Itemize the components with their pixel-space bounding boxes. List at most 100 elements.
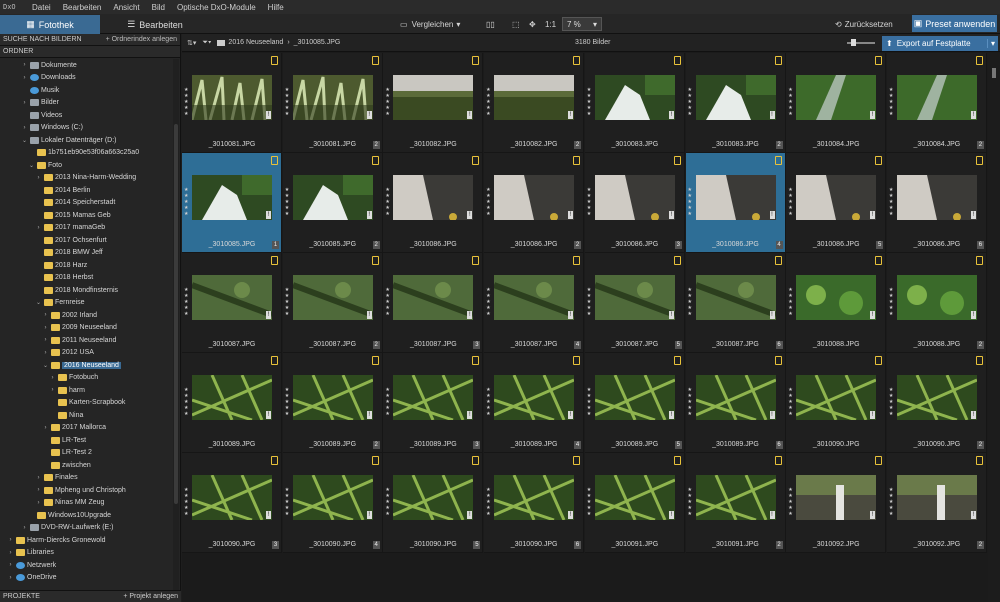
thumbnail-image[interactable]: [292, 75, 373, 120]
chevron-right-icon[interactable]: ›: [35, 225, 42, 231]
thumbnail-cell[interactable]: ★ ★ ★ ★ ★! _3010089.JPG 3: [383, 353, 484, 453]
rating-stars[interactable]: ★ ★ ★ ★ ★: [688, 387, 694, 417]
filter-icon[interactable]: ⏷▾: [202, 39, 211, 47]
tree-item[interactable]: › 2017 mamaGeb: [0, 222, 172, 234]
rating-stars[interactable]: ★ ★ ★ ★ ★: [385, 387, 391, 417]
rating-stars[interactable]: ★ ★ ★ ★ ★: [788, 487, 794, 517]
tree-item[interactable]: › Bilder: [0, 97, 172, 109]
tree-item[interactable]: 2018 BMW Jeff: [0, 247, 172, 259]
thumbnail-image[interactable]: [292, 275, 373, 320]
thumbnail-image[interactable]: [393, 175, 474, 220]
thumbnail-image[interactable]: [695, 275, 776, 320]
tree-item[interactable]: 2018 Mondfinsternis: [0, 284, 172, 296]
tree-item[interactable]: 2014 Berlin: [0, 184, 172, 196]
rating-stars[interactable]: ★ ★ ★ ★ ★: [285, 187, 291, 217]
rating-stars[interactable]: ★ ★ ★ ★ ★: [688, 187, 694, 217]
rating-stars[interactable]: ★ ★ ★ ★ ★: [788, 287, 794, 317]
thumbnail-cell[interactable]: ★ ★ ★ ★ ★! _3010086.JPG 2: [484, 153, 585, 253]
chevron-right-icon[interactable]: ›: [7, 550, 14, 556]
chevron-down-icon[interactable]: ⌄: [42, 362, 49, 369]
thumbnail-image[interactable]: [796, 475, 877, 520]
thumbnail-cell[interactable]: ★ ★ ★ ★ ★! _3010089.JPG 2: [282, 353, 383, 453]
thumbnail-cell[interactable]: ★ ★ ★ ★ ★! _3010088.JPG: [786, 253, 887, 353]
thumbnail-cell[interactable]: ★ ★ ★ ★ ★! _3010082.JPG 2: [484, 53, 585, 153]
thumbnail-image[interactable]: [494, 75, 575, 120]
thumbnail-cell[interactable]: ★ ★ ★ ★ ★! _3010090.JPG 5: [383, 453, 484, 553]
rating-stars[interactable]: ★ ★ ★ ★ ★: [889, 387, 895, 417]
menu-hilfe[interactable]: Hilfe: [262, 3, 290, 12]
breadcrumb-folder[interactable]: 2016 Neuseeland: [228, 39, 283, 46]
tree-item[interactable]: 2014 Speicherstadt: [0, 197, 172, 209]
rating-stars[interactable]: ★ ★ ★ ★ ★: [788, 387, 794, 417]
tree-item[interactable]: LR-Test 2: [0, 447, 172, 459]
thumbnail-cell[interactable]: ★ ★ ★ ★ ★! _3010090.JPG 6: [484, 453, 585, 553]
tree-item[interactable]: › Libraries: [0, 547, 172, 559]
rating-stars[interactable]: ★ ★ ★ ★ ★: [184, 387, 190, 417]
rating-stars[interactable]: ★ ★ ★ ★ ★: [788, 87, 794, 117]
sidebar-scroll-thumb[interactable]: [174, 124, 178, 504]
thumbnail-image[interactable]: [594, 475, 675, 520]
thumbnail-image[interactable]: [494, 475, 575, 520]
tree-item[interactable]: › Downloads: [0, 72, 172, 84]
thumbnail-image[interactable]: [896, 75, 977, 120]
tree-item[interactable]: Videos: [0, 109, 172, 121]
rating-stars[interactable]: ★ ★ ★ ★ ★: [889, 87, 895, 117]
thumbnail-cell[interactable]: ★ ★ ★ ★ ★! _3010090.JPG 4: [282, 453, 383, 553]
tree-item[interactable]: › Ninas MM Zeug: [0, 497, 172, 509]
thumbnail-image[interactable]: [192, 75, 272, 120]
thumbnail-cell[interactable]: ★ ★ ★ ★ ★! _3010087.JPG 4: [484, 253, 585, 353]
rating-stars[interactable]: ★ ★ ★ ★ ★: [184, 287, 190, 317]
tree-item[interactable]: Karten-Scrapbook: [0, 397, 172, 409]
menu-bearbeiten[interactable]: Bearbeiten: [57, 3, 108, 12]
tree-item[interactable]: 2018 Harz: [0, 259, 172, 271]
rating-stars[interactable]: ★ ★ ★ ★ ★: [486, 387, 492, 417]
tree-item[interactable]: › Netzwerk: [0, 559, 172, 571]
chevron-right-icon[interactable]: ›: [42, 325, 49, 331]
thumbnail-image[interactable]: [292, 475, 373, 520]
thumbnail-image[interactable]: [393, 475, 474, 520]
thumbnail-cell[interactable]: ★ ★ ★ ★ ★! _3010092.JPG: [786, 453, 887, 553]
chevron-right-icon[interactable]: ›: [35, 175, 42, 181]
menu-optische-module[interactable]: Optische DxO-Module: [171, 3, 262, 12]
tree-item[interactable]: 1b751eb90e53f06a663c25a0: [0, 147, 172, 159]
tree-item[interactable]: › OneDrive: [0, 572, 172, 584]
tab-fotothek[interactable]: ▦ Fotothek: [0, 15, 100, 34]
tree-item[interactable]: ⌄ Fernreise: [0, 297, 172, 309]
thumbnail-cell[interactable]: ★ ★ ★ ★ ★! _3010084.JPG 2: [886, 53, 987, 153]
thumbnail-cell[interactable]: ★ ★ ★ ★ ★! _3010085.JPG 2: [282, 153, 383, 253]
thumbnail-image[interactable]: [796, 275, 877, 320]
tree-item[interactable]: Musik: [0, 84, 172, 96]
tree-item[interactable]: › Fotobuch: [0, 372, 172, 384]
chevron-right-icon[interactable]: ›: [21, 75, 28, 81]
thumbnail-image[interactable]: [494, 275, 575, 320]
rating-stars[interactable]: ★ ★ ★ ★ ★: [587, 287, 593, 317]
thumbnail-cell[interactable]: ★ ★ ★ ★ ★! _3010084.JPG: [786, 53, 887, 153]
tree-item[interactable]: LR-Test: [0, 434, 172, 446]
chevron-right-icon[interactable]: ›: [35, 475, 42, 481]
slider-handle[interactable]: [851, 39, 856, 46]
chevron-right-icon[interactable]: ›: [21, 62, 28, 68]
tree-item[interactable]: 2018 Herbst: [0, 272, 172, 284]
menu-ansicht[interactable]: Ansicht: [107, 3, 145, 12]
rating-stars[interactable]: ★ ★ ★ ★ ★: [688, 487, 694, 517]
thumbnail-cell[interactable]: ★ ★ ★ ★ ★! _3010082.JPG: [383, 53, 484, 153]
chevron-right-icon[interactable]: ›: [42, 312, 49, 318]
thumbnail-cell[interactable]: ★ ★ ★ ★ ★! _3010089.JPG 4: [484, 353, 585, 453]
fit-screen-button[interactable]: ⬚: [512, 17, 520, 31]
thumbnail-image[interactable]: [494, 175, 575, 220]
rating-stars[interactable]: ★ ★ ★ ★ ★: [587, 487, 593, 517]
rating-stars[interactable]: ★ ★ ★ ★ ★: [184, 187, 190, 217]
chevron-right-icon[interactable]: ›: [42, 425, 49, 431]
thumbnail-cell[interactable]: ★ ★ ★ ★ ★! _3010086.JPG: [383, 153, 484, 253]
thumbnail-image[interactable]: [192, 175, 272, 220]
tree-item[interactable]: › Dokumente: [0, 59, 172, 71]
thumbnail-image[interactable]: [695, 75, 776, 120]
tree-item[interactable]: 2017 Ochsenfurt: [0, 234, 172, 246]
thumbnail-image[interactable]: [896, 375, 977, 420]
chevron-right-icon[interactable]: ›: [42, 337, 49, 343]
thumbnail-image[interactable]: [192, 375, 272, 420]
rating-stars[interactable]: ★ ★ ★ ★ ★: [587, 87, 593, 117]
rating-stars[interactable]: ★ ★ ★ ★ ★: [486, 187, 492, 217]
thumbnail-cell[interactable]: ★ ★ ★ ★ ★! _3010086.JPG 3: [584, 153, 685, 253]
thumbnail-image[interactable]: [393, 75, 474, 120]
